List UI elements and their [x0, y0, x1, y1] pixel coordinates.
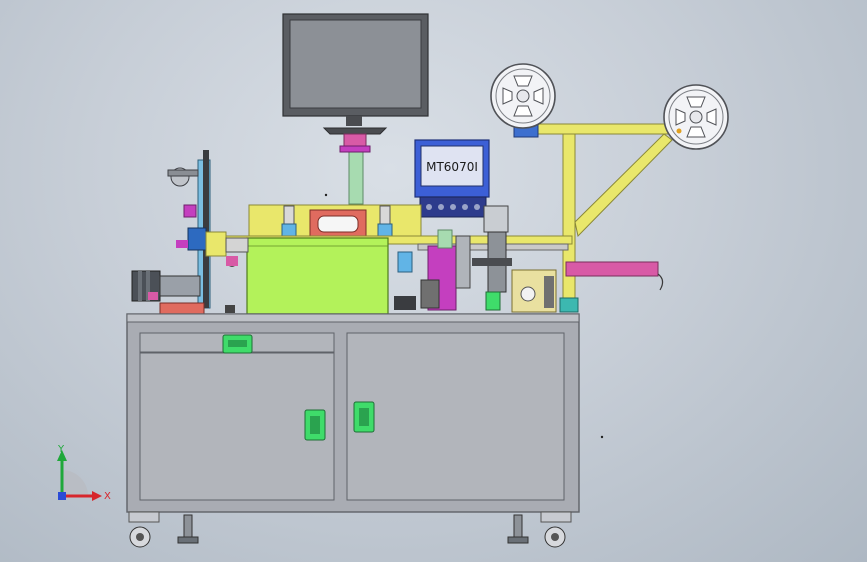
left-door-handle: [304, 409, 326, 441]
machine-assembly-drawing: MT6070I Y X: [57, 13, 729, 548]
stray-point: [600, 435, 604, 439]
stepper-motor: [131, 270, 235, 315]
stray-point: [324, 193, 328, 197]
monitor: [282, 13, 429, 135]
green-housing: [246, 237, 389, 315]
cad-viewport[interactable]: MT6070I Y X: [0, 0, 867, 562]
caster-left: [128, 511, 160, 548]
tape-reel-left: [490, 63, 556, 129]
caster-right: [540, 511, 572, 548]
leveling-foot-right: [507, 514, 529, 544]
axis-label-x: X: [104, 491, 111, 502]
monitor-stand: [339, 133, 371, 205]
drawer-handle: [222, 334, 253, 354]
hmi-controller: [414, 139, 490, 218]
axis-triad: [57, 450, 102, 501]
tape-reel-right: [663, 84, 729, 150]
axis-label-y: Y: [57, 444, 65, 455]
right-door-handle: [353, 401, 375, 433]
controller-label: MT6070I: [426, 160, 478, 174]
machine-cabinet: [126, 313, 580, 513]
leveling-foot-left: [177, 514, 199, 544]
mechanism-back-plate: [248, 204, 422, 240]
